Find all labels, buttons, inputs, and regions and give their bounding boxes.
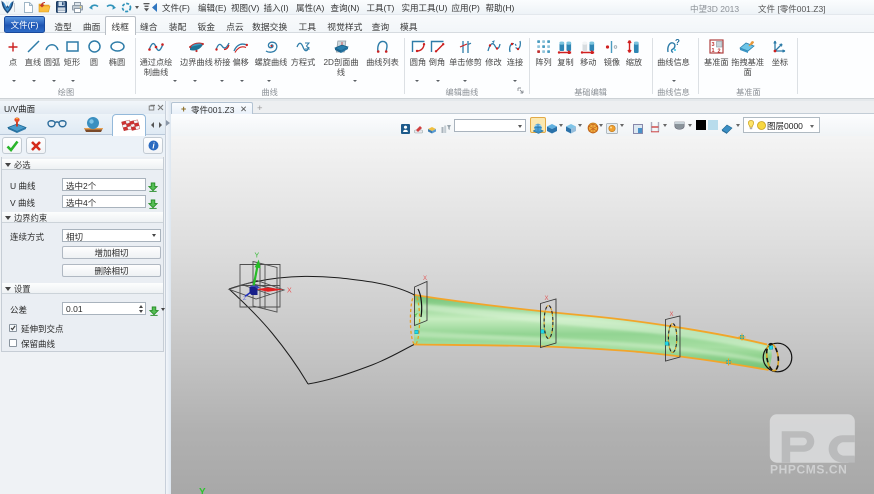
svg-text:?: ? [675,39,680,47]
svg-text:X: X [670,312,674,318]
svg-text:X: X [545,296,549,302]
svg-text:Z: Z [243,296,247,302]
svg-text:Y: Y [199,487,206,494]
svg-text:Y: Y [255,253,260,260]
svg-text:Y: Y [414,313,418,319]
svg-text:1: 1 [711,48,714,54]
svg-text:X: X [287,288,292,295]
svg-text:PHPCMS.CN: PHPCMS.CN [770,463,847,477]
svg-text:X: X [423,276,427,282]
